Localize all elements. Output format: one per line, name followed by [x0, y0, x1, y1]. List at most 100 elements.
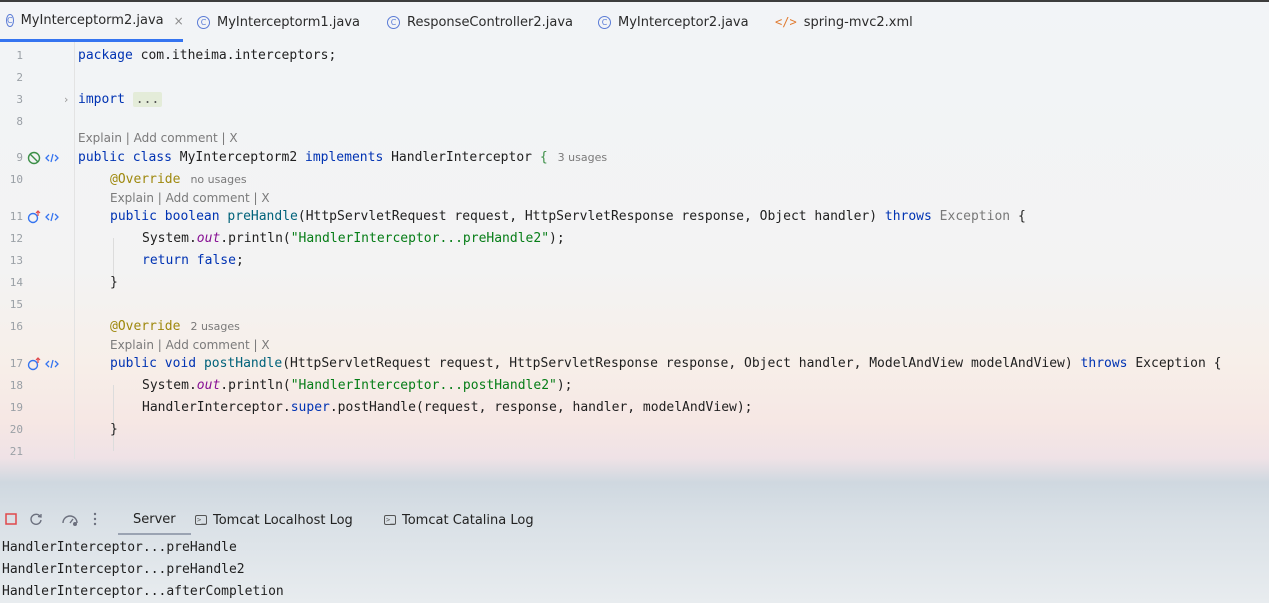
override-method-icon[interactable] [27, 357, 43, 371]
xml-icon: </> [775, 15, 797, 29]
code-line: 18 System.out.println("HandlerIntercepto… [0, 375, 1269, 397]
code-line: 17 public void postHandle(HttpServletReq… [0, 353, 1269, 375]
gutter-markers [27, 151, 59, 165]
folded-imports[interactable]: ... [132, 92, 163, 107]
tab-tomcat-catalina-log[interactable]: >_ Tomcat Catalina Log [384, 505, 534, 535]
tab-label: MyInterceptor2.java [618, 14, 749, 30]
tab-myinterceptor2[interactable]: C MyInterceptor2.java [598, 2, 749, 42]
tab-spring-mvc2-xml[interactable]: </> spring-mvc2.xml [775, 2, 913, 42]
line-number: 16 [9, 320, 23, 333]
stop-icon [5, 513, 17, 525]
code-editor[interactable]: 1 package com.itheima.interceptors; 2 3 … [0, 42, 1269, 459]
method-name: postHandle [203, 356, 283, 371]
ai-explain-hint[interactable]: Explain | Add comment | X [78, 130, 238, 146]
tab-label: Tomcat Localhost Log [213, 512, 353, 528]
line-number: 3 [16, 93, 23, 106]
console-line: HandlerInterceptor...preHandle [2, 540, 237, 555]
code-brace: { [539, 150, 548, 165]
static-field: out [196, 378, 221, 393]
mapping-link-icon[interactable] [45, 357, 59, 371]
tab-server[interactable]: Server [118, 505, 191, 535]
code-line: 13 return false; [0, 250, 1269, 272]
no-bean-icon[interactable] [27, 151, 43, 165]
tab-label: MyInterceptorm2.java [20, 13, 164, 28]
string-literal: "HandlerInterceptor...preHandle2" [290, 231, 550, 246]
tab-myinterceptorm1[interactable]: C MyInterceptorm1.java [197, 2, 360, 42]
line-number: 1 [16, 49, 23, 62]
keyword: public [110, 209, 157, 224]
mapping-link-icon[interactable] [45, 151, 59, 165]
tab-label: spring-mvc2.xml [803, 14, 913, 30]
tab-responsecontroller2[interactable]: C ResponseController2.java [387, 2, 573, 42]
gutter-markers [27, 357, 59, 371]
line-number: 10 [9, 173, 23, 186]
class-icon: C [6, 14, 14, 27]
tab-label: Server [133, 511, 176, 527]
usages-hint[interactable]: 3 usages [558, 151, 607, 164]
editor-tab-bar: C MyInterceptorm2.java × C MyInterceptor… [0, 2, 1269, 42]
line-number: 15 [9, 298, 23, 311]
fold-chevron-icon[interactable]: › [64, 89, 68, 111]
line-number: 17 [9, 357, 23, 370]
terminal-icon: >_ [384, 515, 396, 525]
more-options-button[interactable] [87, 511, 103, 527]
line-number: 21 [9, 445, 23, 458]
code-line: 11 public boolean preHandle(HttpServletR… [0, 206, 1269, 228]
ai-explain-hint[interactable]: Explain | Add comment | X [110, 190, 270, 206]
usages-hint[interactable]: no usages [190, 173, 246, 186]
keyword: false [196, 253, 236, 268]
keyword: super [290, 400, 330, 415]
gutter-markers [27, 210, 59, 224]
code-line: 1 package com.itheima.interceptors; [0, 45, 1269, 67]
line-number: 11 [9, 210, 23, 223]
keyword: return [142, 253, 189, 268]
keyword: import [78, 92, 125, 107]
console-line: HandlerInterceptor...afterCompletion [2, 584, 284, 599]
stop-button[interactable] [3, 511, 19, 527]
close-icon[interactable]: × [174, 14, 184, 28]
tab-label: Tomcat Catalina Log [402, 512, 534, 528]
console-output[interactable]: HandlerInterceptor...preHandle HandlerIn… [2, 537, 284, 603]
mapping-link-icon[interactable] [45, 210, 59, 224]
line-number: 19 [9, 401, 23, 414]
code-text: HandlerInterceptor. [142, 400, 291, 415]
code-text: ); [556, 378, 573, 393]
tab-label: MyInterceptorm1.java [217, 14, 361, 30]
class-icon: C [387, 15, 400, 29]
code-text: .postHandle(request, response, handler, … [329, 400, 753, 415]
line-number: 13 [9, 254, 23, 267]
line-number: 18 [9, 379, 23, 392]
tab-tomcat-localhost-log[interactable]: >_ Tomcat Localhost Log [195, 505, 353, 535]
code-line: 2 [0, 67, 1269, 89]
more-icon [93, 512, 97, 526]
usages-hint[interactable]: 2 usages [190, 320, 239, 333]
line-number: 8 [16, 115, 23, 128]
code-text: (HttpServletRequest request, HttpServlet… [297, 209, 885, 224]
keyword: throws [1080, 356, 1128, 371]
line-number: 20 [9, 423, 23, 436]
code-line: 10 @Override no usages [0, 169, 1269, 191]
keyword: implements [305, 150, 384, 165]
code-text: .println( [220, 378, 291, 393]
rerun-button[interactable] [28, 511, 44, 527]
keyword: public [110, 356, 157, 371]
code-brace: } [110, 422, 118, 437]
keyword: throws [884, 209, 932, 224]
code-line: 16 @Override 2 usages [0, 316, 1269, 338]
method-name: preHandle [227, 209, 298, 224]
keyword: package [78, 48, 133, 63]
override-method-icon[interactable] [27, 210, 43, 224]
code-line: 9 public class MyInterceptorm2 implement… [0, 147, 1269, 169]
dashboard-button[interactable] [60, 511, 80, 527]
code-text: (HttpServletRequest request, HttpServlet… [282, 356, 1081, 371]
tab-myinterceptorm2[interactable]: C MyInterceptorm2.java × [0, 2, 184, 42]
string-literal: "HandlerInterceptor...postHandle2" [290, 378, 557, 393]
line-number: 9 [16, 151, 23, 164]
code-text: ); [549, 231, 565, 246]
class-name: MyInterceptorm2 [171, 150, 305, 165]
annotation: @Override [110, 319, 181, 334]
ai-explain-hint[interactable]: Explain | Add comment | X [110, 337, 270, 353]
code-text: System. [142, 378, 197, 393]
rerun-icon [30, 513, 42, 525]
code-brace: { [1010, 209, 1026, 224]
